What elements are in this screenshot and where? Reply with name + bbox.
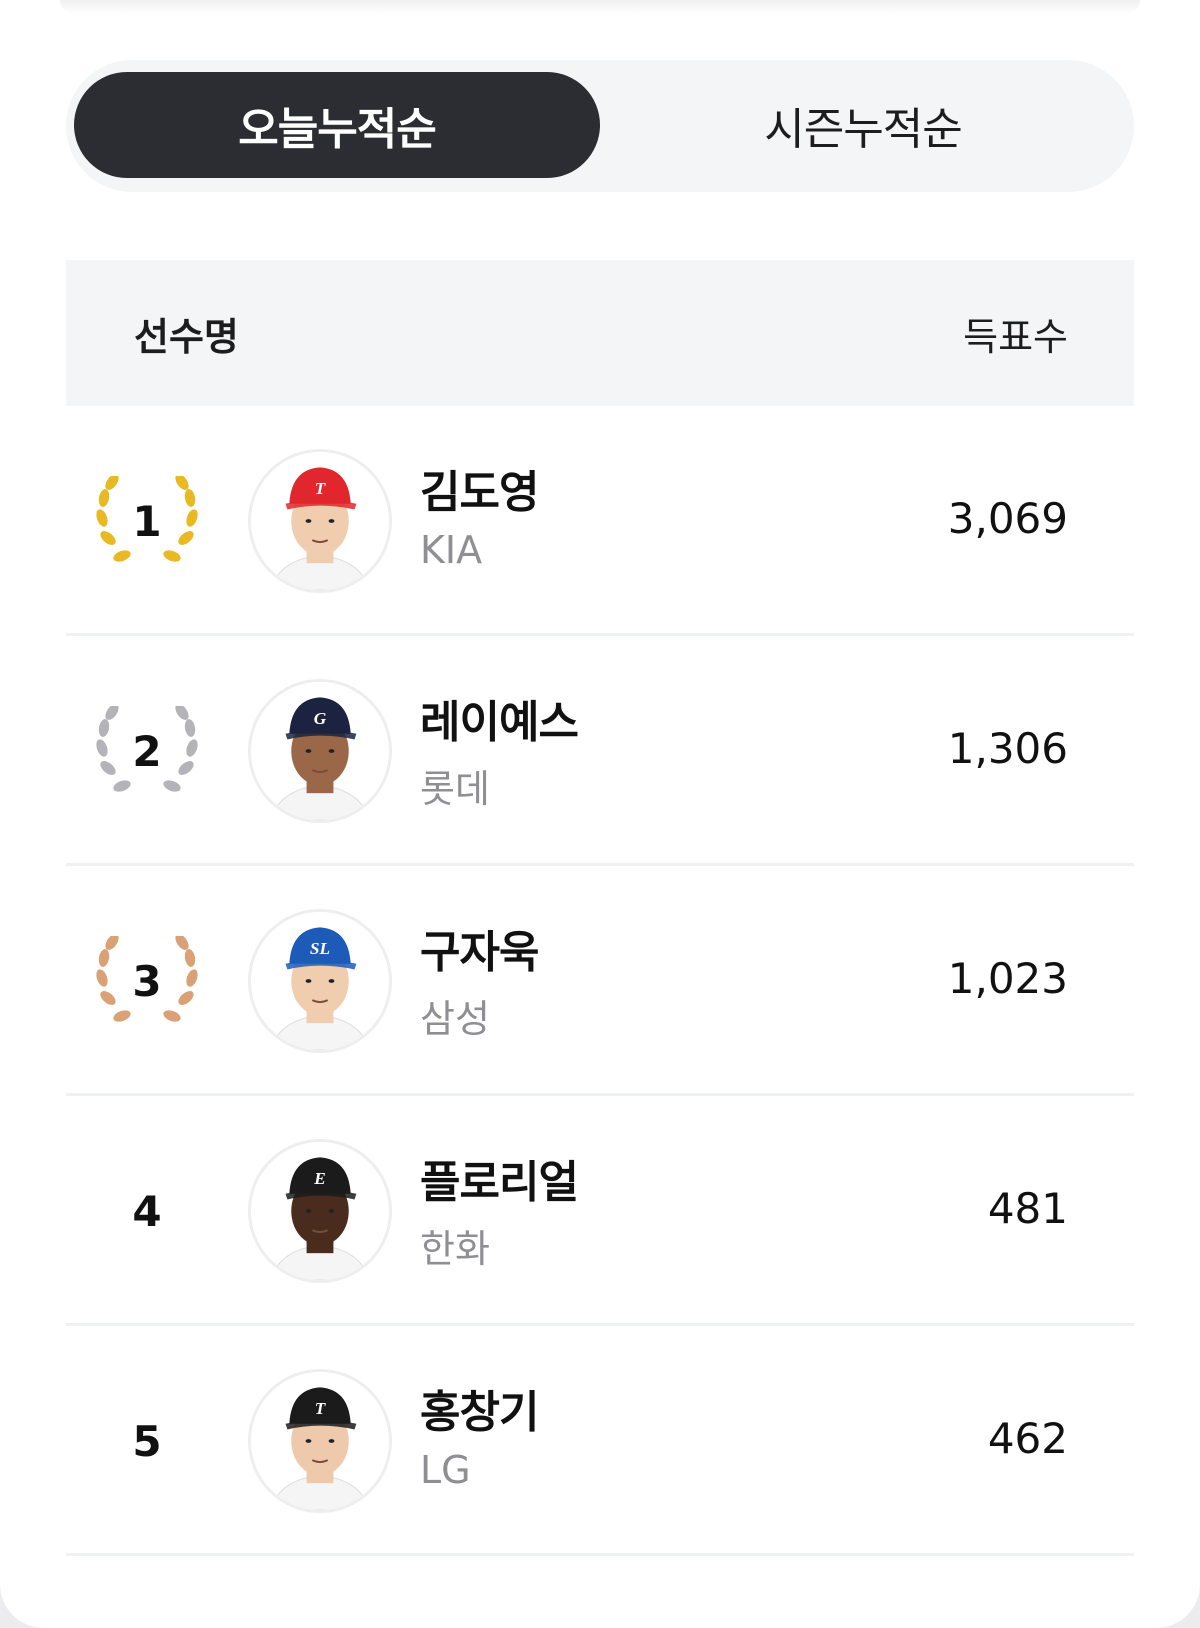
ranking-card: 오늘누적순 시즌누적순 선수명 득표수 1 T 김도영 KIA 3,069 2 G 레이예스롯… <box>0 0 1200 1628</box>
player-name: 플로리얼 <box>420 1157 579 1208</box>
player-name: 홍창기 <box>420 1387 539 1438</box>
vote-count: 1,306 <box>947 724 1068 773</box>
vote-count: 462 <box>987 1414 1068 1463</box>
player-avatar: G <box>248 679 392 823</box>
column-header-player-name: 선수명 <box>134 315 239 359</box>
player-name: 레이예스 <box>420 697 579 748</box>
player-name: 김도영 <box>420 467 539 518</box>
player-avatar: T <box>248 1369 392 1513</box>
rank-badge: 3 <box>92 936 202 1026</box>
rank-number: 1 <box>132 496 162 546</box>
rank-number: 3 <box>132 956 162 1006</box>
vote-count: 1,023 <box>947 954 1068 1003</box>
top-divider <box>60 0 1140 14</box>
rank-number: 4 <box>132 1186 162 1236</box>
ranking-tab-control: 오늘누적순 시즌누적순 <box>66 60 1134 192</box>
svg-text:E: E <box>313 1169 326 1188</box>
vote-count: 3,069 <box>947 494 1068 543</box>
player-avatar: T <box>248 449 392 593</box>
player-avatar: SL <box>248 909 392 1053</box>
column-header-votes: 득표수 <box>963 315 1068 359</box>
player-name: 구자욱 <box>420 927 539 978</box>
player-team: KIA <box>420 528 483 572</box>
rank-badge: 5 <box>92 1396 202 1486</box>
ranking-list: 1 T 김도영 KIA 3,069 2 G 레이예스롯데 1,306 3 SL 구자욱삼성 1,023 4… <box>66 406 1134 1556</box>
ranking-row[interactable]: 3 SL 구자욱삼성 1,023 <box>66 866 1134 1096</box>
ranking-row[interactable]: 5 T 홍창기 LG 462 <box>66 1326 1134 1556</box>
tab-season-cumulative[interactable]: 시즌누적순 <box>600 72 1126 178</box>
rank-badge: 1 <box>92 476 202 566</box>
rank-number: 5 <box>132 1416 162 1466</box>
svg-text:T: T <box>315 1399 327 1418</box>
svg-text:SL: SL <box>310 939 330 958</box>
svg-text:T: T <box>315 479 327 498</box>
rank-number: 2 <box>132 726 162 776</box>
player-avatar: E <box>248 1139 392 1283</box>
ranking-row[interactable]: 1 T 김도영 KIA 3,069 <box>66 406 1134 636</box>
vote-count: 481 <box>987 1184 1068 1233</box>
ranking-row[interactable]: 2 G 레이예스롯데 1,306 <box>66 636 1134 866</box>
rank-badge: 4 <box>92 1166 202 1256</box>
tab-today-cumulative[interactable]: 오늘누적순 <box>74 72 600 178</box>
player-team: 한화 <box>420 1227 490 1271</box>
rank-badge: 2 <box>92 706 202 796</box>
player-team: 삼성 <box>420 997 490 1041</box>
player-team: LG <box>420 1448 471 1492</box>
table-header: 선수명 득표수 <box>66 260 1134 406</box>
ranking-row[interactable]: 4 E 플로리얼한화 481 <box>66 1096 1134 1326</box>
player-team: 롯데 <box>420 767 490 811</box>
svg-text:G: G <box>314 709 327 728</box>
